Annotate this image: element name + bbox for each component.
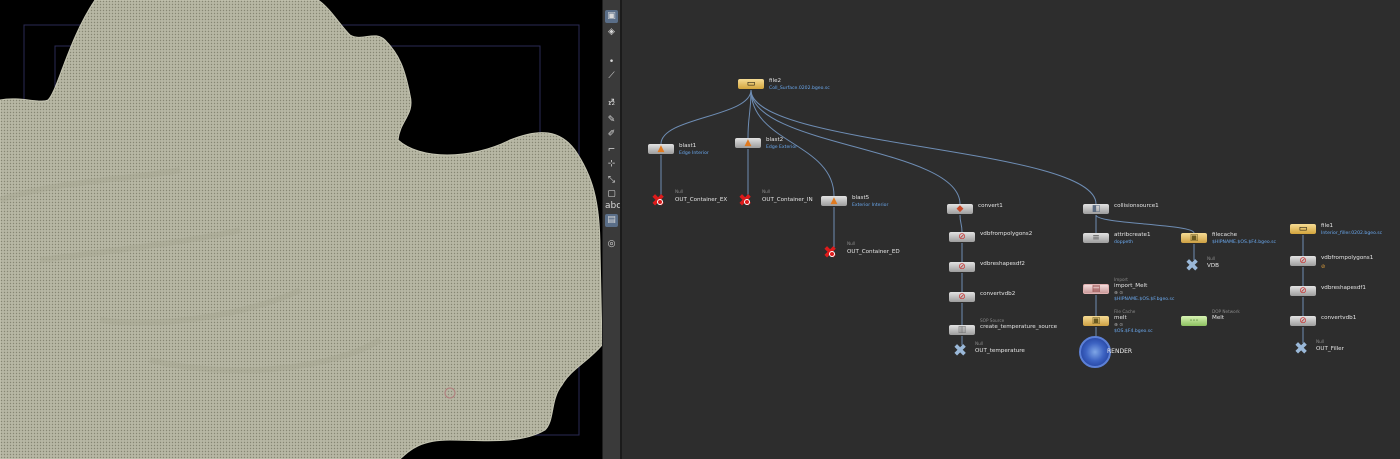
node-type: Null (1316, 339, 1325, 344)
text-tool-label[interactable]: abc (605, 200, 621, 213)
node-file-path[interactable]: Interior_filler.0202.bgeo.sc (1321, 231, 1382, 236)
vdb-icon: ⊘ (1299, 256, 1307, 266)
node-type: Null (762, 189, 771, 194)
camera-tool-icon[interactable]: ▤ (605, 214, 618, 227)
node-type: DOP Network (1212, 309, 1240, 314)
node-type: SOP Source (980, 318, 1005, 323)
edge-tool-icon[interactable]: ⟋ (605, 70, 618, 83)
point-tool-icon[interactable]: • (605, 56, 618, 69)
node-comment: Edge Interior (679, 151, 709, 156)
null-node-icon: ✖ (1294, 339, 1309, 359)
node-name: OUT_Container_ED (847, 249, 900, 255)
brush-tool-icon[interactable]: ✐ (605, 128, 618, 141)
node-name: filecache (1212, 232, 1238, 238)
node-type: Null (847, 241, 856, 246)
node-name: file2 (769, 78, 782, 84)
vdb-icon: ⊘ (958, 292, 966, 302)
node-type: Null (975, 341, 984, 346)
attrib-icon: ≡ (1092, 233, 1100, 243)
node-name: OUT_Container_IN (762, 197, 813, 203)
node-name: vdbreshapesdf1 (1321, 285, 1366, 291)
number-tool-icon[interactable]: ¹² (605, 100, 618, 113)
node-name: import_Melt (1114, 283, 1148, 289)
vdb-icon: ⊘ (1299, 286, 1307, 296)
node-name: vdbfrompolygons1 (1321, 255, 1374, 261)
node-name: OUT_Container_EX (675, 197, 728, 203)
source-icon: ▥ (957, 325, 967, 335)
node-name: Melt (1212, 315, 1225, 321)
blast-icon: ▲ (830, 196, 838, 206)
node-wire[interactable] (750, 89, 835, 197)
node-comment: doppeth (1114, 240, 1134, 245)
node-wire[interactable] (750, 89, 1097, 205)
node-name: convert1 (978, 203, 1003, 209)
output-flag-icon (657, 199, 663, 205)
blast-icon: ▲ (744, 138, 752, 148)
light-tool-icon[interactable]: ◎ (605, 238, 618, 251)
collision-icon: ◧ (1091, 204, 1101, 214)
node-name: create_temperature_source (980, 324, 1058, 330)
node-wire[interactable] (660, 89, 752, 145)
node-file-path[interactable]: $HIPNAME.$OS.$F.bgeo.sc (1114, 297, 1174, 302)
node-name: file1 (1321, 223, 1334, 229)
view-tool-icon[interactable]: ◈ (605, 26, 618, 39)
node-name: collisionsource1 (1114, 203, 1159, 209)
node-file-path[interactable]: Coll_Surface.0202.bgeo.sc (769, 86, 830, 91)
node-name: convertvdb2 (980, 291, 1016, 297)
node-name: vdbreshapesdf2 (980, 261, 1025, 267)
node-name: OUT_Filler (1316, 346, 1344, 352)
output-flag-icon (829, 251, 835, 257)
node-wires (660, 89, 1304, 345)
file-icon: ▭ (1298, 224, 1308, 234)
node-name: VDB (1207, 263, 1219, 269)
snap-tool-icon[interactable]: ⊹ (605, 158, 618, 171)
crop-tool-icon[interactable]: ⌐ (605, 144, 618, 157)
viewport-toolbar: ▣ ◈ • ⟋ ↗ ¹² ✎ ✐ ⌐ ⊹ ⤡ ▢ abc ▤ ◎ (602, 0, 621, 459)
null-node-icon: ✖ (1185, 256, 1200, 276)
file-icon: ▭ (746, 79, 756, 89)
node-type: Import (1114, 277, 1128, 282)
paint-tool-icon[interactable]: ✎ (605, 114, 618, 127)
network-editor[interactable]: ▭ file2 Coll_Surface.0202.bgeo.sc ▲ blas… (622, 0, 1400, 459)
node-name: blast2 (766, 137, 784, 143)
null-node-icon: ✖ (953, 341, 968, 361)
node-type: File Cache (1114, 309, 1136, 314)
node-comment: Edge Exterior (766, 145, 798, 150)
blast-icon: ▲ (657, 144, 665, 154)
node-name: vdbfrompolygons2 (980, 231, 1033, 237)
node-name: blast1 (679, 143, 697, 149)
node-flags: ⊕ ⊙ (1114, 291, 1124, 296)
convert-icon: ◆ (956, 204, 964, 214)
node-flags: ⊕ ⊙ (1114, 323, 1124, 328)
node-name: OUT_temperature (975, 348, 1025, 354)
output-flag-icon (744, 199, 750, 205)
scene-viewport[interactable] (0, 0, 602, 459)
node-wire[interactable] (959, 214, 963, 233)
vdb-icon: ⊘ (958, 232, 966, 242)
node-wire[interactable] (1095, 214, 1195, 234)
select-tool-icon[interactable]: ▣ (605, 10, 618, 23)
cache-icon: ▣ (1091, 316, 1101, 326)
node-file-path[interactable]: $OS.$F4.bgeo.sc (1114, 329, 1153, 334)
node-render-name: RENDER (1107, 348, 1133, 355)
node-type: Null (1207, 256, 1216, 261)
node-comment: Exterior Interior (852, 203, 889, 208)
node-file-path[interactable]: $HIPNAME.$OS.$F4.bgeo.sc (1212, 240, 1276, 245)
cache-icon: ▣ (1189, 233, 1199, 243)
import-icon: ▤ (1091, 284, 1101, 294)
node-name: attribcreate1 (1114, 232, 1151, 238)
node-name: convertvdb1 (1321, 315, 1357, 321)
node-type: Null (675, 189, 684, 194)
warning-icon: ⊘ (1321, 264, 1326, 270)
dop-network-icon: ⋯ (1189, 316, 1199, 326)
node-name: melt (1114, 315, 1127, 321)
vdb-icon: ⊘ (958, 262, 966, 272)
viewport-canvas[interactable] (0, 0, 602, 459)
vdb-icon: ⊘ (1299, 316, 1307, 326)
node-name: blast5 (852, 195, 870, 201)
transform-tool-icon[interactable]: ⤡ (605, 174, 618, 187)
mesh-surface (0, 0, 602, 459)
